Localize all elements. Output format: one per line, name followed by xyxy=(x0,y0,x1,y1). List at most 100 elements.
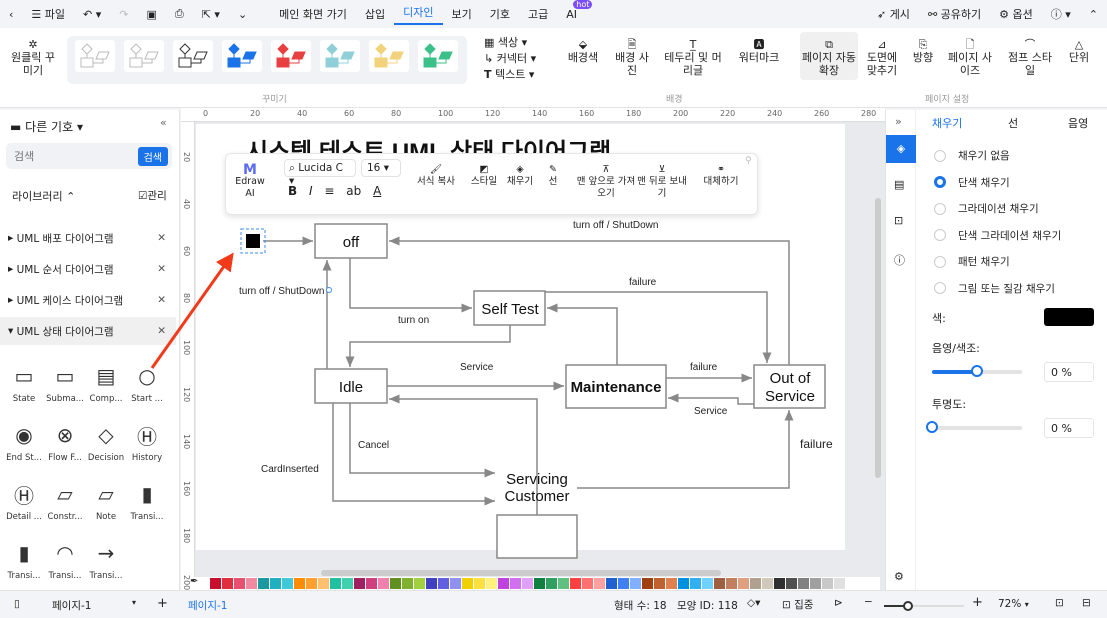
library-item[interactable]: ▸ UML 배포 다이어그램 ✕ xyxy=(0,224,176,252)
palette-swatch[interactable] xyxy=(486,578,497,589)
theme-option[interactable] xyxy=(222,40,262,72)
color-button[interactable]: ▦ 색상 ▾ xyxy=(484,36,527,49)
tab-fill[interactable]: 채우기 xyxy=(932,115,962,131)
radio-button[interactable] xyxy=(934,149,946,162)
save-icon[interactable]: ▣ xyxy=(137,8,165,21)
palette-swatch[interactable] xyxy=(438,578,449,589)
pin-icon[interactable]: ⚲ xyxy=(745,156,752,166)
palette-swatch[interactable] xyxy=(642,578,653,589)
close-icon[interactable]: ✕ xyxy=(157,232,166,244)
palette-swatch[interactable] xyxy=(282,578,293,589)
palette-swatch[interactable] xyxy=(582,578,593,589)
case-icon[interactable]: ab xyxy=(346,184,361,198)
zoom-out-button[interactable]: − xyxy=(864,596,873,608)
symbol-item[interactable]: ◉ End St... xyxy=(3,417,45,463)
jump-style-button[interactable]: ⌒ 점프 스타일 xyxy=(1008,38,1052,77)
symbol-item[interactable]: ▱ Note xyxy=(85,476,127,522)
theme-option[interactable] xyxy=(124,40,164,72)
fill-option[interactable]: 채우기 없음 xyxy=(934,148,1010,163)
palette-swatch[interactable] xyxy=(210,578,221,589)
palette-swatch[interactable] xyxy=(414,578,425,589)
close-icon[interactable]: ✕ xyxy=(157,325,166,337)
symbol-item[interactable]: ▮ Transi... xyxy=(126,476,168,522)
symbol-item[interactable]: ▱ Constr... xyxy=(44,476,86,522)
help-icon[interactable]: ⓘ ▾ xyxy=(1042,6,1080,22)
shade-input[interactable]: 0 % xyxy=(1044,362,1094,382)
symbol-item[interactable]: Ⓗ History xyxy=(126,417,168,464)
connector-button[interactable]: ↳ 커넥터 ▾ xyxy=(484,52,536,65)
italic-icon[interactable]: I xyxy=(309,184,313,198)
font-family-select[interactable]: ⌕ Lucida C ▾ xyxy=(284,159,356,187)
palette-swatch[interactable] xyxy=(774,578,785,589)
palette-swatch[interactable] xyxy=(810,578,821,589)
palette-swatch[interactable] xyxy=(390,578,401,589)
library-item[interactable]: ▸ UML 케이스 다이어그램 ✕ xyxy=(0,286,176,314)
font-color-icon[interactable]: A xyxy=(373,184,381,198)
publish-button[interactable]: ➶ 게시 xyxy=(868,6,919,22)
export-icon[interactable]: ⇱ ▾ xyxy=(193,8,229,21)
library-header[interactable]: 라이브러리 ⌃ xyxy=(12,188,75,204)
palette-swatch[interactable] xyxy=(294,578,305,589)
symbol-item[interactable]: ▤ Comp... xyxy=(85,358,127,404)
palette-swatch[interactable] xyxy=(534,578,545,589)
fill-tab-icon[interactable]: ◈ xyxy=(886,135,916,163)
theme-option[interactable] xyxy=(173,40,213,72)
style-button[interactable]: ◩ 스타일 xyxy=(466,164,502,188)
search-input[interactable] xyxy=(6,143,116,169)
text-button[interactable]: T 텍스트 ▾ xyxy=(484,68,534,81)
fill-button[interactable]: ◈ 채우기 xyxy=(502,164,538,188)
palette-swatch[interactable] xyxy=(738,578,749,589)
undo-icon[interactable]: ↶ ▾ xyxy=(74,8,110,21)
symbol-item[interactable]: ▭ State xyxy=(3,358,45,404)
fill-pen-icon[interactable]: ✒ xyxy=(190,576,198,587)
align-icon[interactable]: ≡ xyxy=(324,184,334,198)
palette-swatch[interactable] xyxy=(318,578,329,589)
opacity-input[interactable]: 0 % xyxy=(1044,418,1094,438)
symbol-item[interactable]: Ⓗ Detail ... xyxy=(3,476,45,523)
theme-option[interactable] xyxy=(75,40,115,72)
play-icon[interactable]: ⊳ xyxy=(834,597,843,609)
palette-swatch[interactable] xyxy=(678,578,689,589)
palette-swatch[interactable] xyxy=(522,578,533,589)
orientation-button[interactable]: ⎘ 방향 xyxy=(906,38,940,64)
menu-view[interactable]: 보기 xyxy=(443,6,481,22)
tab-line[interactable]: 선 xyxy=(1008,115,1018,131)
line-button[interactable]: ✎ 선 xyxy=(538,164,568,188)
palette-swatch[interactable] xyxy=(378,578,389,589)
menu-home[interactable]: 메인 화면 가기 xyxy=(270,6,356,22)
palette-swatch[interactable] xyxy=(618,578,629,589)
palette-swatch[interactable] xyxy=(498,578,509,589)
page-select[interactable]: 페이지-1 ▾ xyxy=(52,598,136,613)
menu-design[interactable]: 디자인 xyxy=(394,4,443,25)
palette-swatch[interactable] xyxy=(426,578,437,589)
palette-swatch[interactable] xyxy=(606,578,617,589)
palette-swatch[interactable] xyxy=(246,578,257,589)
expand-panel-icon[interactable]: » xyxy=(895,115,902,128)
font-size-select[interactable]: 16 ▾ xyxy=(361,159,401,177)
settings-icon[interactable]: ⚙ xyxy=(894,570,904,583)
palette-swatch[interactable] xyxy=(690,578,701,589)
palette-swatch[interactable] xyxy=(354,578,365,589)
palette-swatch[interactable] xyxy=(798,578,809,589)
vertical-scrollbar[interactable] xyxy=(875,198,881,478)
search-button[interactable]: 검색 xyxy=(137,147,168,166)
library-item[interactable]: ▸ UML 순서 다이어그램 ✕ xyxy=(0,255,176,283)
tab-shadow[interactable]: 음영 xyxy=(1068,115,1088,131)
fill-option[interactable]: 단색 그라데이션 채우기 xyxy=(934,228,1061,243)
redo-icon[interactable]: ↷ xyxy=(110,8,137,21)
theme-option[interactable] xyxy=(369,40,409,72)
palette-swatch[interactable] xyxy=(822,578,833,589)
menu-insert[interactable]: 삽입 xyxy=(356,6,394,22)
palette-swatch[interactable] xyxy=(726,578,737,589)
format-painter-button[interactable]: 🖌 서식 복사 xyxy=(412,164,460,188)
library-item-expanded[interactable]: ▾ UML 상태 다이어그램 ✕ xyxy=(0,317,176,345)
replace-button[interactable]: ⚭ 대체하기 xyxy=(696,164,746,188)
palette-swatch[interactable] xyxy=(558,578,569,589)
palette-swatch[interactable] xyxy=(750,578,761,589)
radio-button[interactable] xyxy=(934,229,946,241)
palette-swatch[interactable] xyxy=(654,578,665,589)
palette-swatch[interactable] xyxy=(834,578,845,589)
options-button[interactable]: ⚙ 옵션 xyxy=(990,6,1042,22)
radio-button[interactable] xyxy=(934,255,946,268)
edraw-ai-button[interactable]: M Edraw AI xyxy=(230,163,270,200)
